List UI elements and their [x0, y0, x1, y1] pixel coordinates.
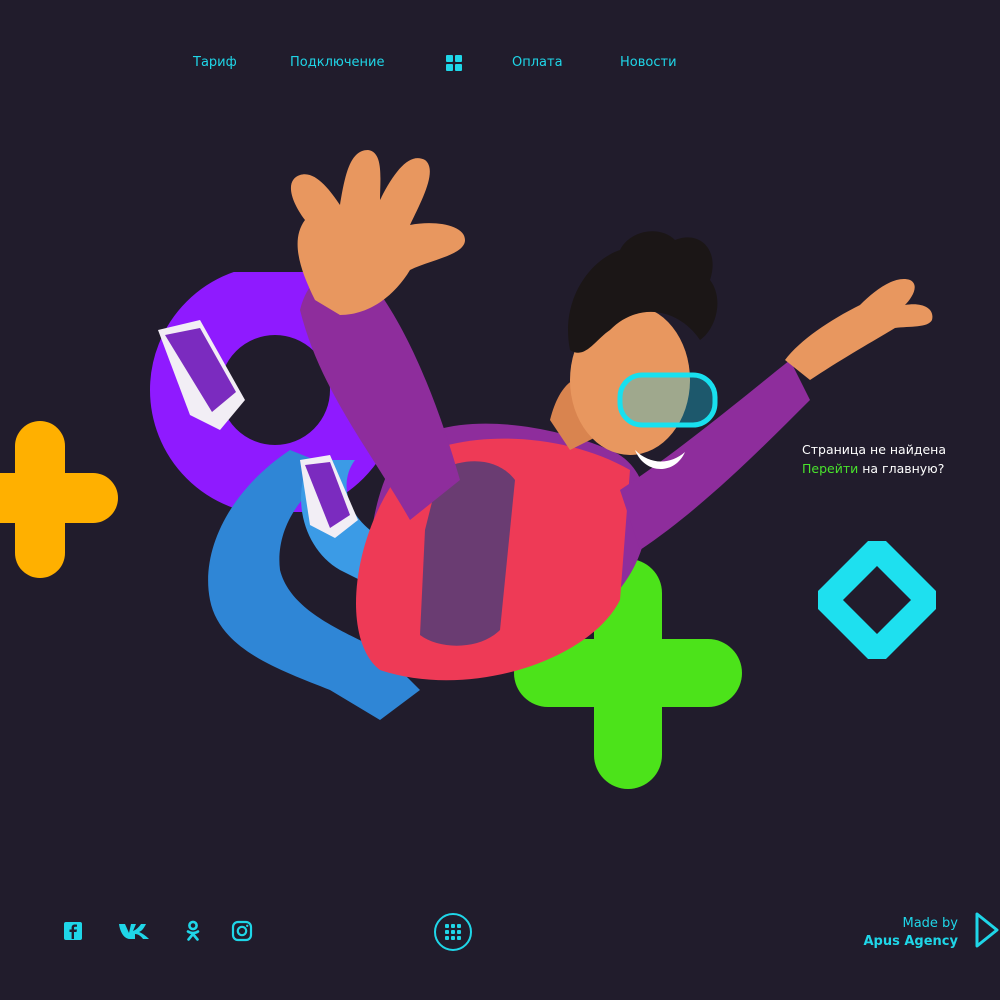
not-found-page: Тариф Подключение Оплата Новости Страниц…: [0, 0, 1000, 1000]
credit-made-by: Made by: [902, 916, 958, 931]
nav-link-news[interactable]: Новости: [620, 55, 677, 70]
nav-grid-icon[interactable]: [446, 55, 462, 71]
facebook-icon[interactable]: [62, 920, 84, 942]
nav-link-tariff[interactable]: Тариф: [193, 55, 237, 70]
orange-plus-shape: [0, 421, 118, 578]
play-arrow-icon[interactable]: [974, 911, 1000, 949]
odnoklassniki-icon[interactable]: [182, 920, 204, 942]
instagram-icon[interactable]: [231, 920, 253, 942]
nav-link-payment[interactable]: Оплата: [512, 55, 563, 70]
top-nav: Тариф Подключение Оплата Новости: [0, 52, 1000, 76]
agency-credit[interactable]: Made by Apus Agency: [863, 915, 958, 951]
nav-link-connection[interactable]: Подключение: [290, 55, 384, 70]
grid-icon: [445, 924, 461, 940]
vk-icon[interactable]: [116, 920, 152, 942]
not-found-message: Страница не найдена Перейти на главную?: [802, 440, 992, 478]
credit-agency-name: Apus Agency: [863, 934, 958, 949]
menu-button[interactable]: [434, 913, 472, 951]
go-home-text: на главную?: [858, 461, 945, 476]
not-found-text: Страница не найдена: [802, 442, 947, 457]
go-home-line: Перейти на главную?: [802, 459, 992, 478]
go-home-link[interactable]: Перейти: [802, 461, 858, 476]
